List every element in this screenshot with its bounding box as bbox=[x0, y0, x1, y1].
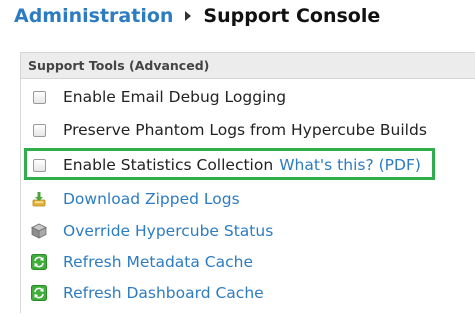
action-override-hypercube-status[interactable]: Override Hypercube Status bbox=[21, 216, 475, 246]
refresh-dashboard-cache-link[interactable]: Refresh Dashboard Cache bbox=[63, 284, 264, 302]
whats-this-pdf-link[interactable]: What's this? (PDF) bbox=[279, 156, 421, 174]
override-hypercube-status-link[interactable]: Override Hypercube Status bbox=[63, 222, 273, 240]
action-refresh-metadata-cache[interactable]: Refresh Metadata Cache bbox=[21, 247, 475, 277]
preserve-phantom-logs-checkbox[interactable] bbox=[33, 123, 46, 137]
download-zipped-logs-link[interactable]: Download Zipped Logs bbox=[63, 190, 240, 208]
option-label: Preserve Phantom Logs from Hypercube Bui… bbox=[63, 121, 427, 139]
refresh-metadata-cache-link[interactable]: Refresh Metadata Cache bbox=[63, 253, 253, 271]
option-label: Enable Email Debug Logging bbox=[63, 88, 287, 106]
download-icon bbox=[31, 191, 47, 207]
refresh-icon bbox=[31, 285, 47, 301]
panel-header: Support Tools (Advanced) bbox=[21, 53, 475, 79]
action-download-zipped-logs[interactable]: Download Zipped Logs bbox=[21, 184, 475, 214]
option-preserve-phantom-logs[interactable]: Preserve Phantom Logs from Hypercube Bui… bbox=[21, 115, 475, 145]
support-tools-panel: Support Tools (Advanced) Enable Email De… bbox=[20, 52, 475, 313]
email-debug-logging-checkbox[interactable] bbox=[33, 90, 46, 104]
refresh-icon bbox=[31, 254, 47, 270]
option-label: Enable Statistics Collection bbox=[63, 156, 274, 174]
breadcrumb-separator-icon bbox=[185, 11, 192, 21]
option-email-debug-logging[interactable]: Enable Email Debug Logging bbox=[21, 82, 475, 112]
breadcrumb: Administration Support Console bbox=[14, 4, 380, 28]
action-refresh-dashboard-cache[interactable]: Refresh Dashboard Cache bbox=[21, 278, 475, 308]
support-console-page: Administration Support Console Support T… bbox=[0, 0, 475, 316]
statistics-collection-checkbox[interactable] bbox=[33, 158, 46, 172]
page-title: Support Console bbox=[203, 5, 381, 27]
breadcrumb-administration-link[interactable]: Administration bbox=[14, 5, 173, 27]
cube-icon bbox=[31, 223, 47, 239]
option-statistics-collection[interactable]: Enable Statistics Collection What's this… bbox=[21, 150, 475, 180]
